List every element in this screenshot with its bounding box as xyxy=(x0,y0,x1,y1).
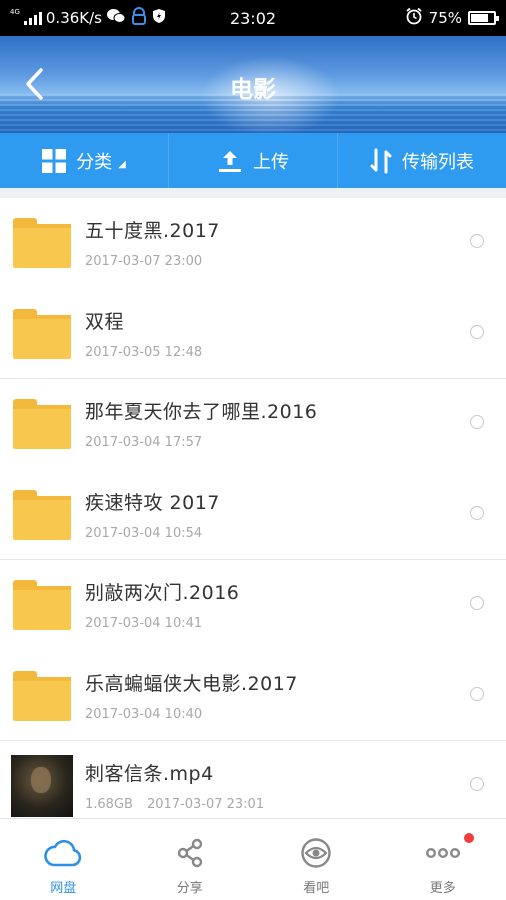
file-date: 2017-03-07 23:00 xyxy=(85,254,203,269)
file-name: 乐高蝙蝠侠大电影.2017 xyxy=(85,672,298,695)
file-item[interactable]: 那年夏天你去了哪里.2016 2017-03-04 17:57 xyxy=(0,379,506,470)
folder-icon xyxy=(13,670,71,721)
file-item[interactable]: 乐高蝙蝠侠大电影.2017 2017-03-04 10:40 xyxy=(0,651,506,742)
upload-button[interactable]: 上传 xyxy=(169,133,338,188)
signal-icon xyxy=(23,11,42,25)
network-speed: 0.36K/s xyxy=(45,9,102,27)
transfer-icon xyxy=(370,148,392,173)
nav-label: 看吧 xyxy=(303,881,330,896)
transfer-list-button[interactable]: 传输列表 xyxy=(338,133,506,188)
file-list: 五十度黑.2017 2017-03-07 23:00 双程 2017-03-05… xyxy=(0,198,506,818)
nav-label: 更多 xyxy=(429,881,456,896)
file-meta: 2017-03-04 10:41 xyxy=(85,616,239,631)
folder-icon xyxy=(13,308,71,359)
file-meta: 2017-03-05 12:48 xyxy=(85,345,202,360)
file-date: 2017-03-04 10:54 xyxy=(85,525,203,541)
notification-badge xyxy=(464,833,474,843)
select-radio[interactable] xyxy=(470,234,484,248)
wechat-icon xyxy=(106,8,126,28)
select-radio[interactable] xyxy=(470,505,484,520)
alarm-icon xyxy=(405,7,423,29)
page-title: 电影 xyxy=(230,77,276,103)
file-date: 2017-03-04 10:40 xyxy=(85,706,203,722)
file-name: 别敲两次门.2016 xyxy=(85,582,240,604)
battery-percent: 75% xyxy=(428,9,462,27)
eye-icon xyxy=(300,835,332,871)
select-radio[interactable] xyxy=(470,324,484,339)
file-item[interactable]: 刺客信条.mp4 1.68GB 2017-03-07 23:01 xyxy=(0,741,506,818)
toolbar: 分类 ◢ 上传 传输列表 xyxy=(0,133,506,188)
network-type: 4G xyxy=(10,8,20,16)
divider-strip xyxy=(0,188,506,198)
select-radio[interactable] xyxy=(470,596,484,610)
status-right: 75% xyxy=(405,7,499,29)
file-meta: 1.68GB 2017-03-07 23:01 xyxy=(85,797,264,812)
more-icon xyxy=(425,835,460,871)
nav-item-more[interactable]: 更多 xyxy=(380,819,506,900)
file-size: 1.68GB xyxy=(85,797,133,812)
nav-label: 网盘 xyxy=(50,881,77,896)
file-text: 那年夏天你去了哪里.2016 2017-03-04 17:57 xyxy=(85,397,317,450)
file-item[interactable]: 五十度黑.2017 2017-03-07 23:00 xyxy=(0,198,506,289)
video-thumbnail xyxy=(11,755,73,818)
upload-label: 上传 xyxy=(253,151,289,173)
file-name: 双程 xyxy=(85,310,125,333)
file-date: 2017-03-04 17:57 xyxy=(85,435,203,450)
file-text: 刺客信条.mp4 1.68GB 2017-03-07 23:01 xyxy=(85,759,264,812)
file-text: 双程 2017-03-05 12:48 xyxy=(85,307,202,360)
header: 电影 xyxy=(0,36,506,133)
file-meta: 2017-03-04 10:40 xyxy=(85,707,298,722)
folder-icon xyxy=(13,399,71,450)
file-name: 疾速特攻 2017 xyxy=(85,491,220,514)
file-date: 2017-03-05 12:48 xyxy=(85,344,203,360)
nav-item-watch[interactable]: 看吧 xyxy=(253,819,380,900)
bottom-nav: 网盘 分享 看吧 更多 xyxy=(0,818,506,900)
file-name: 刺客信条.mp4 xyxy=(85,763,214,785)
nav-label: 分享 xyxy=(176,881,203,896)
status-bar: 4G 0.36K/s 23:02 75% xyxy=(0,0,506,36)
grid-icon xyxy=(42,148,67,173)
file-item[interactable]: 疾速特攻 2017 2017-03-04 10:54 xyxy=(0,470,506,561)
share-icon xyxy=(175,835,205,871)
file-meta: 2017-03-04 10:54 xyxy=(85,526,220,541)
select-radio[interactable] xyxy=(470,777,484,791)
file-meta: 2017-03-04 17:57 xyxy=(85,435,317,450)
select-radio[interactable] xyxy=(470,686,484,701)
battery-icon xyxy=(468,11,499,25)
nav-item-share[interactable]: 分享 xyxy=(127,819,254,900)
file-item[interactable]: 别敲两次门.2016 2017-03-04 10:41 xyxy=(0,560,506,651)
caret-down-icon: ◢ xyxy=(118,159,126,170)
category-label: 分类 xyxy=(76,151,113,173)
file-date: 2017-03-07 23:01 xyxy=(146,797,265,812)
nav-item-cloud-drive[interactable]: 网盘 xyxy=(0,819,127,900)
screen: 4G 0.36K/s 23:02 75% 电影 分类 ◢ 上传 传输列表 五十度… xyxy=(0,0,506,900)
file-name: 五十度黑.2017 xyxy=(85,220,220,242)
file-text: 乐高蝙蝠侠大电影.2017 2017-03-04 10:40 xyxy=(85,669,298,722)
file-text: 五十度黑.2017 2017-03-07 23:00 xyxy=(85,216,220,269)
folder-icon xyxy=(13,580,71,631)
file-date: 2017-03-04 10:41 xyxy=(85,616,203,631)
cloud-icon xyxy=(44,835,82,871)
file-text: 疾速特攻 2017 2017-03-04 10:54 xyxy=(85,488,220,541)
folder-icon xyxy=(13,218,71,269)
select-radio[interactable] xyxy=(470,415,484,429)
upload-icon xyxy=(219,150,241,172)
status-left: 4G 0.36K/s xyxy=(10,7,166,29)
vpn-icon xyxy=(130,7,148,29)
folder-icon xyxy=(13,489,71,540)
file-meta: 2017-03-07 23:00 xyxy=(85,254,220,269)
file-text: 别敲两次门.2016 2017-03-04 10:41 xyxy=(85,578,239,631)
category-button[interactable]: 分类 ◢ xyxy=(0,133,169,188)
file-name: 那年夏天你去了哪里.2016 xyxy=(85,401,318,423)
shield-icon xyxy=(152,8,166,28)
file-item[interactable]: 双程 2017-03-05 12:48 xyxy=(0,289,506,380)
transfer-list-label: 传输列表 xyxy=(402,151,474,173)
